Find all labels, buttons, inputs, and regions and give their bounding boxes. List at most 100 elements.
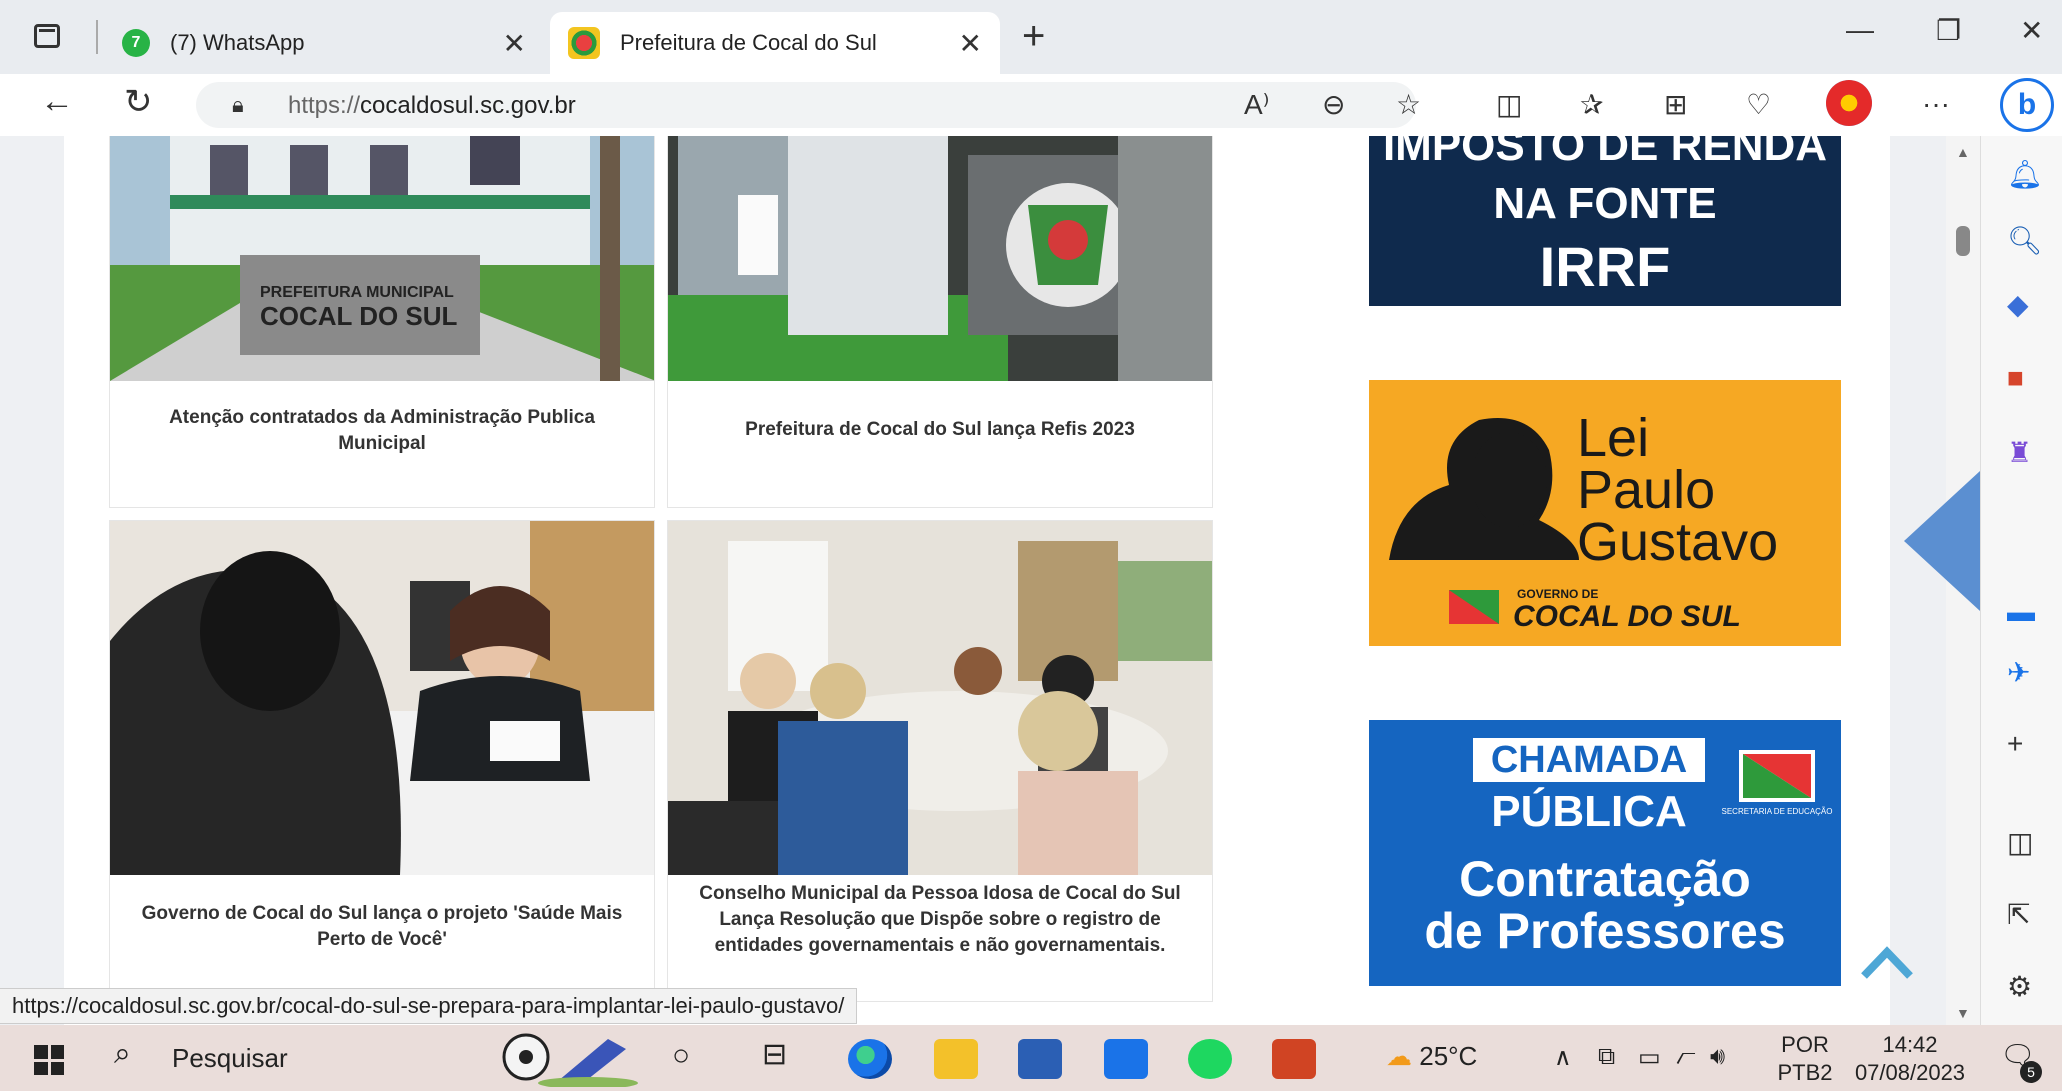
news-image[interactable]: [668, 136, 1212, 381]
banner-lpg-line3: Gustavo: [1577, 512, 1778, 572]
news-image[interactable]: [668, 521, 1212, 875]
banner-irrf-line3: IRRF: [1540, 235, 1671, 298]
sign-line1: PREFEITURA MUNICIPAL: [260, 284, 454, 301]
battery-icon[interactable]: ▭: [1638, 1043, 1661, 1072]
banner-chamada-line1: CHAMADA: [1491, 739, 1687, 781]
back-icon[interactable]: ←: [40, 82, 74, 121]
banner-lpg-gov-name: COCAL DO SUL: [1513, 600, 1741, 633]
news-title[interactable]: Atenção contratados da Administração Pub…: [124, 405, 640, 457]
notification-bell-icon[interactable]: 🔔︎: [2007, 158, 2043, 191]
language-indicator[interactable]: POR PTB2: [1770, 1031, 1840, 1087]
tray-chevron-icon[interactable]: ∧: [1554, 1043, 1572, 1072]
news-card[interactable]: Governo de Cocal do Sul lança o projeto …: [109, 520, 655, 1002]
whatsapp-icon: 7: [122, 29, 150, 57]
word-icon[interactable]: [1018, 1039, 1062, 1079]
news-title[interactable]: Conselho Municipal da Pessoa Idosa de Co…: [682, 881, 1198, 959]
minimize-icon[interactable]: —: [1846, 14, 1874, 46]
browser-toolbar: ← ↻ 🔒︎ https://cocaldosul.sc.gov.br A⁾ ⊖…: [0, 74, 2062, 136]
scroll-up-icon[interactable]: ▲: [1956, 144, 1970, 160]
search-icon[interactable]: ⌕: [114, 1037, 131, 1071]
zoom-out-icon[interactable]: ⊖: [1322, 88, 1345, 121]
task-view-icon[interactable]: ○: [672, 1039, 690, 1073]
search-icon[interactable]: 🔍︎: [2007, 224, 2043, 257]
news-title[interactable]: Prefeitura de Cocal do Sul lança Refis 2…: [682, 417, 1198, 443]
banner-irrf[interactable]: IMPOSTO DE RENDA NA FONTE IRRF: [1369, 136, 1841, 306]
cloud-sun-icon: ☁: [1386, 1041, 1412, 1071]
more-menu-icon[interactable]: ···: [1922, 88, 1950, 120]
banner-chamada-secretaria: SECRETARIA DE EDUCAÇÃO: [1722, 807, 1833, 816]
system-clock[interactable]: 14:42 07/08/2023: [1846, 1031, 1974, 1087]
performance-icon[interactable]: ♡: [1746, 88, 1771, 121]
restore-icon[interactable]: ❐: [1936, 14, 1961, 47]
external-open-icon[interactable]: ⇱: [2007, 898, 2030, 931]
widgets-icon[interactable]: ⊟: [762, 1037, 787, 1072]
link-status-bar: https://cocaldosul.sc.gov.br/cocal-do-su…: [0, 988, 858, 1024]
tab-whatsapp[interactable]: 7 (7) WhatsApp ✕: [104, 12, 544, 74]
tab-actions-icon[interactable]: [34, 24, 60, 48]
shopping-tag-icon[interactable]: ◆: [2007, 288, 2029, 321]
banner-lpg-line2: Paulo: [1577, 460, 1715, 520]
meet-now-icon[interactable]: ⧉: [1598, 1043, 1615, 1071]
designer-icon[interactable]: ✈: [2007, 656, 2030, 689]
weather-widget[interactable]: ☁ 25°C: [1386, 1041, 1477, 1072]
page-content: PREFEITURA MUNICIPAL COCAL DO SUL Atençã…: [64, 136, 1890, 1025]
close-tab-icon[interactable]: ✕: [503, 27, 526, 60]
sidebar-settings-icon[interactable]: ⚙: [2007, 970, 2032, 1003]
outlook-icon[interactable]: ▬: [2007, 596, 2035, 628]
hide-sidebar-icon[interactable]: ◫: [2007, 826, 2033, 859]
bing-copilot-icon[interactable]: b: [2000, 78, 2054, 132]
mail-icon[interactable]: [1104, 1039, 1148, 1079]
scrollbar-thumb[interactable]: [1956, 226, 1970, 256]
banner-chamada-publica[interactable]: CHAMADA PÚBLICA SECRETARIA DE EDUCAÇÃO C…: [1369, 720, 1841, 986]
volume-icon[interactable]: 🔊︎: [1710, 1043, 1725, 1071]
read-aloud-icon[interactable]: A⁾: [1244, 88, 1270, 121]
notification-count-badge: 5: [2020, 1061, 2042, 1083]
wifi-icon[interactable]: ⦧: [1676, 1043, 1696, 1071]
banner-irrf-line1: IMPOSTO DE RENDA: [1383, 136, 1827, 170]
edge-taskbar-icon[interactable]: [848, 1039, 892, 1079]
powerpoint-icon[interactable]: [1272, 1039, 1316, 1079]
banner-lei-paulo-gustavo[interactable]: Lei Paulo Gustavo GOVERNO DE COCAL DO SU…: [1369, 380, 1841, 646]
tools-icon[interactable]: ■: [2007, 362, 2024, 394]
news-image[interactable]: [110, 521, 654, 875]
back-to-top-icon[interactable]: [1860, 946, 1914, 980]
taskbar-search-label[interactable]: Pesquisar: [172, 1043, 288, 1074]
banner-chamada-line2: PÚBLICA: [1491, 786, 1687, 836]
split-screen-icon[interactable]: ◫: [1496, 88, 1522, 121]
collections-icon[interactable]: ⊞: [1664, 88, 1687, 121]
tab-title: (7) WhatsApp: [170, 30, 305, 55]
banner-chamada-line4: de Professores: [1424, 903, 1785, 959]
close-tab-icon[interactable]: ✕: [959, 27, 982, 60]
news-card[interactable]: Prefeitura de Cocal do Sul lança Refis 2…: [667, 136, 1213, 508]
lock-icon[interactable]: 🔒︎: [232, 92, 244, 118]
file-explorer-icon[interactable]: [934, 1039, 978, 1079]
tab-separator: [96, 20, 98, 54]
favorite-star-icon[interactable]: ☆: [1396, 88, 1421, 121]
tab-title: Prefeitura de Cocal do Sul: [620, 30, 877, 55]
banner-irrf-line2: NA FONTE: [1493, 179, 1716, 228]
games-icon[interactable]: ♜: [2007, 436, 2032, 469]
spotify-icon[interactable]: [1188, 1039, 1232, 1079]
news-title[interactable]: Governo de Cocal do Sul lança o projeto …: [124, 901, 640, 953]
favorites-icon[interactable]: ✰: [1580, 88, 1603, 121]
refresh-icon[interactable]: ↻: [124, 82, 153, 122]
windows-start-icon[interactable]: [34, 1045, 64, 1075]
news-image[interactable]: PREFEITURA MUNICIPAL COCAL DO SUL: [110, 136, 654, 381]
profile-avatar[interactable]: [1826, 80, 1872, 126]
banner-lpg-line1: Lei: [1577, 408, 1649, 468]
add-sidebar-app-icon[interactable]: +: [2007, 728, 2023, 760]
url-text[interactable]: https://cocaldosul.sc.gov.br: [288, 92, 576, 120]
page-viewport: PREFEITURA MUNICIPAL COCAL DO SUL Atençã…: [0, 136, 1980, 1025]
search-highlight-icon[interactable]: [498, 1031, 644, 1087]
scroll-down-icon[interactable]: ▼: [1956, 1005, 1970, 1021]
banner-lpg-gov-label: GOVERNO DE: [1517, 587, 1598, 601]
tab-prefeitura[interactable]: Prefeitura de Cocal do Sul ✕: [550, 12, 1000, 74]
close-window-icon[interactable]: ✕: [2020, 14, 2043, 47]
prefeitura-favicon-icon: [568, 27, 600, 59]
address-bar[interactable]: 🔒︎ https://cocaldosul.sc.gov.br: [196, 82, 1416, 128]
new-tab-icon[interactable]: +: [1022, 14, 1045, 59]
news-card[interactable]: Conselho Municipal da Pessoa Idosa de Co…: [667, 520, 1213, 1002]
news-card[interactable]: PREFEITURA MUNICIPAL COCAL DO SUL Atençã…: [109, 136, 655, 508]
banner-chamada-line3: Contratação: [1459, 851, 1751, 907]
windows-taskbar: ⌕ Pesquisar ○ ⊟ ☁ 25°C ∧ ⧉ ▭ ⦧ 🔊︎ POR PT…: [0, 1025, 2062, 1091]
